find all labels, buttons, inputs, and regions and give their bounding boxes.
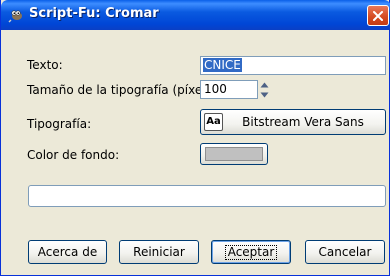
font-label: Tipografía:: [27, 117, 92, 131]
bg-color-swatch: [205, 147, 263, 161]
reset-button-label: Reiniciar: [133, 245, 185, 259]
text-input-value: CNICE: [203, 58, 242, 72]
font-name: Bitstream Vera Sans: [242, 115, 364, 129]
about-button-label: Acerca de: [37, 245, 98, 259]
text-label: Texto:: [27, 58, 63, 72]
close-x-icon: [373, 10, 383, 21]
font-size-input[interactable]: 100: [200, 80, 258, 99]
cancel-button-label: Cancelar: [318, 245, 372, 259]
accept-button-label: Aceptar: [224, 245, 278, 260]
font-size-label: Tamaño de la tipografía (píxeles):: [27, 83, 228, 97]
accept-button[interactable]: Aceptar: [211, 240, 291, 264]
gimp-wilber-icon: [8, 7, 24, 23]
progress-bar: [28, 185, 386, 207]
close-button[interactable]: [367, 5, 389, 26]
text-input[interactable]: CNICE: [200, 56, 386, 75]
font-select-button[interactable]: Aa Bitstream Vera Sans: [200, 109, 386, 135]
bg-color-button[interactable]: [200, 143, 268, 165]
spin-up-icon[interactable]: [258, 80, 271, 89]
font-size-stepper[interactable]: [258, 80, 271, 99]
title-bar[interactable]: Script-Fu: Cromar: [1, 0, 390, 30]
script-fu-dialog: Script-Fu: Cromar Texto: CNICE Tamaño de…: [0, 0, 390, 276]
window-title: Script-Fu: Cromar: [29, 6, 159, 21]
about-button[interactable]: Acerca de: [28, 240, 107, 264]
font-icon: Aa: [204, 113, 223, 131]
bg-color-label: Color de fondo:: [27, 148, 120, 162]
reset-button[interactable]: Reiniciar: [119, 240, 199, 264]
font-size-value: 100: [204, 82, 227, 96]
spin-down-icon[interactable]: [258, 90, 271, 99]
cancel-button[interactable]: Cancelar: [305, 240, 385, 264]
